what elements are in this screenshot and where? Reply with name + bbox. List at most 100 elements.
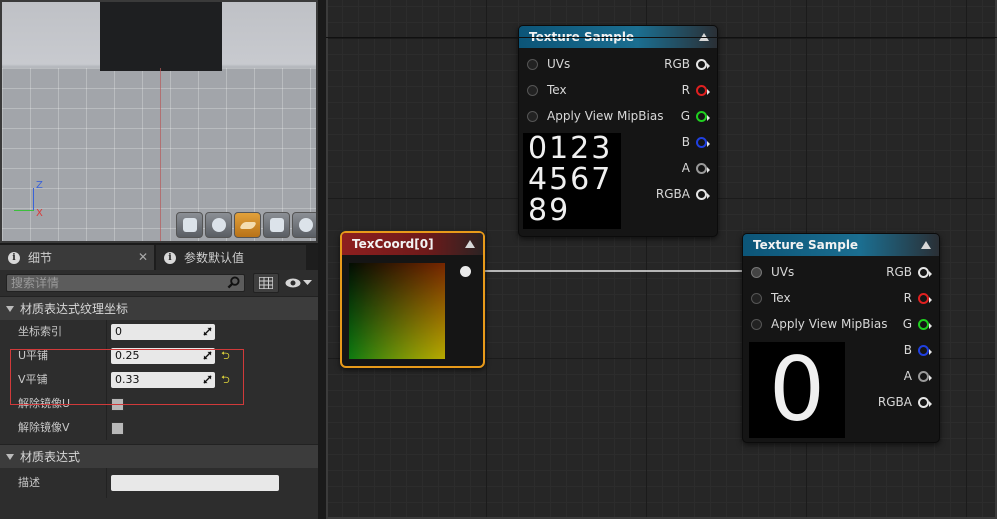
preview-digit: 0	[769, 338, 825, 441]
drag-arrows-icon	[203, 351, 212, 360]
output-pin-g[interactable]: G	[902, 317, 932, 331]
z-axis-label: Z	[36, 180, 43, 191]
property-label: V平铺	[0, 368, 107, 392]
pin-label: B	[903, 343, 912, 357]
pin-icon	[918, 318, 932, 330]
pin-icon	[918, 344, 932, 356]
cube-preview-button[interactable]	[263, 212, 290, 238]
teapot-preview-button[interactable]	[292, 212, 316, 238]
output-pin-b[interactable]: B	[903, 343, 932, 357]
pin-label: R	[903, 291, 912, 305]
pin-label: RGBA	[877, 395, 912, 409]
output-pin-rgba[interactable]: RGBA	[877, 395, 932, 409]
preview-line: 0123	[528, 131, 613, 166]
texture-preview: 0	[749, 342, 845, 438]
tab-details-label: 细节	[28, 251, 53, 265]
node-title: Texture Sample	[743, 234, 939, 256]
reset-to-default-icon[interactable]: ⮌	[221, 347, 230, 366]
output-pin-a[interactable]: A	[903, 369, 932, 383]
pin-icon	[751, 266, 762, 278]
description-input[interactable]	[111, 475, 279, 491]
pin-label: RGB	[664, 57, 690, 71]
node-title: TexCoord[0]	[342, 233, 483, 255]
texture-sample-node-1[interactable]: Texture Sample UVs Tex Apply View MipBia…	[518, 25, 718, 237]
input-pin-uvs[interactable]: UVs	[751, 265, 794, 279]
u-tiling-input[interactable]: 0.25	[111, 348, 215, 364]
property-unmirror-v: 解除镜像V	[0, 416, 318, 440]
coordinate-index-value: 0	[115, 325, 122, 338]
preview-viewport[interactable]: Z X	[0, 0, 318, 243]
property-unmirror-u: 解除镜像U	[0, 392, 318, 416]
output-pin-rgba[interactable]: RGBA	[655, 187, 710, 201]
v-tiling-input[interactable]: 0.33	[111, 372, 215, 388]
collapse-arrow-icon[interactable]	[465, 240, 475, 248]
pin-icon	[696, 136, 710, 148]
input-pin-mipbias[interactable]: Apply View MipBias	[751, 317, 887, 331]
tab-details[interactable]: i 细节 ✕	[0, 245, 154, 270]
output-pin-rgb[interactable]: RGB	[664, 57, 710, 71]
output-pin-b[interactable]: B	[681, 135, 710, 149]
input-pin-tex[interactable]: Tex	[527, 83, 567, 97]
section-material-expression[interactable]: 材质表达式	[0, 444, 318, 468]
coordinate-index-input[interactable]: 0	[111, 324, 215, 340]
unmirror-u-checkbox[interactable]	[111, 397, 124, 411]
pin-label: A	[903, 369, 912, 383]
drag-arrows-icon	[203, 327, 212, 336]
property-label: 解除镜像V	[0, 416, 107, 440]
reset-to-default-icon[interactable]: ⮌	[221, 371, 230, 390]
property-label: U平铺	[0, 344, 107, 368]
expand-arrow-icon	[6, 453, 14, 460]
input-pin-tex[interactable]: Tex	[751, 291, 791, 305]
output-pin-rgb[interactable]: RGB	[886, 265, 932, 279]
texcoord-node[interactable]: TexCoord[0]	[340, 231, 485, 368]
input-pin-mipbias[interactable]: Apply View MipBias	[527, 109, 663, 123]
tab-parameter-defaults[interactable]: i 参数默认值	[156, 245, 306, 270]
pin-icon	[696, 84, 710, 96]
pin-label: RGBA	[655, 187, 690, 201]
pin-icon	[918, 266, 932, 278]
plane-preview-button[interactable]	[234, 212, 261, 238]
tab-parameter-defaults-label: 参数默认值	[184, 251, 245, 265]
pin-label: Apply View MipBias	[771, 317, 888, 331]
pin-label: R	[681, 83, 690, 97]
pin-label: RGB	[886, 265, 912, 279]
sphere-preview-button[interactable]	[205, 212, 232, 238]
view-options-button[interactable]	[285, 278, 312, 288]
pin-icon	[696, 188, 710, 200]
grid-icon	[259, 277, 274, 289]
output-pin-a[interactable]: A	[681, 161, 710, 175]
pin-icon	[696, 58, 710, 70]
pin-label: A	[681, 161, 690, 175]
plane-icon	[238, 221, 257, 229]
pin-icon	[696, 110, 710, 122]
output-pin-g[interactable]: G	[681, 109, 710, 123]
output-pin-r[interactable]: R	[903, 291, 932, 305]
close-icon[interactable]: ✕	[138, 250, 148, 264]
preview-shape-buttons	[176, 212, 316, 238]
search-details-input[interactable]: 搜索详情	[6, 274, 246, 292]
texture-sample-node-2[interactable]: Texture Sample UVs Tex Apply View MipBia…	[742, 233, 940, 443]
collapse-arrow-icon[interactable]	[921, 241, 931, 249]
pin-label: B	[681, 135, 690, 149]
section-texcoord[interactable]: 材质表达式纹理坐标	[0, 296, 318, 320]
cylinder-preview-button[interactable]	[176, 212, 203, 238]
pin-label: UVs	[771, 265, 795, 279]
pin-icon	[918, 370, 932, 382]
property-matrix-button[interactable]	[253, 273, 279, 293]
search-placeholder: 搜索详情	[11, 276, 60, 290]
drag-arrows-icon	[203, 375, 212, 384]
pin-icon	[527, 110, 538, 122]
pin-label: Tex	[771, 291, 791, 305]
details-tabs: i 细节 ✕ i 参数默认值	[0, 245, 318, 270]
cylinder-icon	[182, 218, 197, 232]
input-pin-uvs[interactable]: UVs	[527, 57, 570, 71]
output-pin[interactable]	[460, 266, 471, 277]
pin-label: G	[902, 317, 912, 331]
teapot-icon	[298, 218, 313, 232]
graph-guide-line	[326, 37, 997, 38]
u-tiling-value: 0.25	[115, 349, 140, 362]
eye-icon	[285, 278, 301, 288]
unmirror-v-checkbox[interactable]	[111, 421, 124, 435]
output-pin-r[interactable]: R	[681, 83, 710, 97]
preview-line: 4567	[528, 162, 613, 197]
